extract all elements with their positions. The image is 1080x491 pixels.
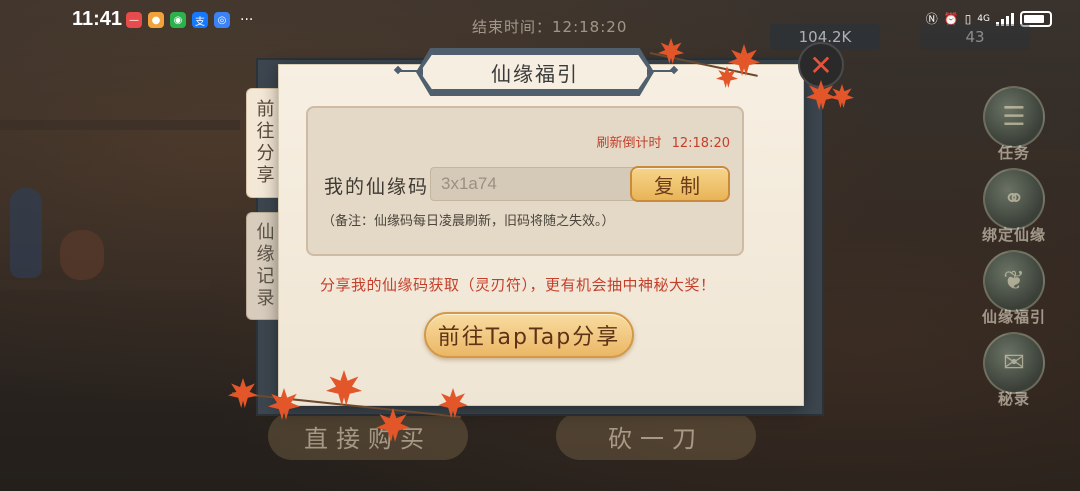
bg-shelf: [0, 280, 210, 290]
dialog-title: 仙缘福引: [491, 61, 579, 86]
share-description: 分享我的仙缘码获取（灵刃符），更有机会抽中神秘大奖！: [320, 276, 716, 294]
status-clock: 11:41: [72, 8, 123, 30]
sidebar-item-task[interactable]: ☰ 任务: [972, 86, 1056, 163]
slash-button: 砍一刀: [556, 412, 756, 460]
my-code-label: 我的仙缘码: [324, 176, 430, 198]
countdown-label: 刷新倒计时: [596, 136, 662, 151]
wechat-icon: ◉: [170, 12, 186, 28]
sidebar-item-secret[interactable]: ✉ 秘录: [972, 332, 1056, 409]
fortune-icon: ❦: [983, 250, 1045, 312]
tab-go-share[interactable]: 前往分享: [246, 88, 280, 198]
dialog-title-plate: 仙缘福引: [420, 52, 650, 92]
countdown-value: 12:18:20: [671, 136, 730, 151]
event-end-time: 结束时间：12:18:20: [472, 18, 628, 36]
book-icon: ✉: [983, 332, 1045, 394]
sidebar-item-label: 仙缘福引: [981, 308, 1046, 326]
app-notification-icon: —: [126, 12, 142, 28]
app-notification-icon: ◎: [214, 12, 230, 28]
alipay-icon: 支: [192, 12, 208, 28]
refresh-countdown: 刷新倒计时 12:18:20: [596, 132, 730, 151]
code-note: （备注：仙缘码每日凌晨刷新，旧码将随之失效。）: [322, 214, 615, 229]
bg-vase: [60, 230, 104, 280]
share-taptap-button[interactable]: 前往TapTap分享: [424, 312, 634, 358]
code-panel: 刷新倒计时 12:18:20 我的仙缘码 3x1a74 复制 （备注：仙缘码每日…: [306, 106, 744, 256]
scroll-icon: ☰: [983, 86, 1045, 148]
buy-direct-button: 直接购买: [268, 412, 468, 460]
currency-counter: 43: [920, 24, 1030, 50]
sidebar-item-label: 绑定仙缘: [981, 226, 1046, 244]
sidebar-item-label: 秘录: [997, 390, 1030, 408]
bg-shelf: [0, 120, 240, 130]
weibo-icon: ●: [148, 12, 164, 28]
network-type: 4G: [977, 13, 990, 24]
bind-icon: ⚭: [983, 168, 1045, 230]
sidebar-item-label: 任务: [997, 144, 1030, 162]
tab-fortune-records[interactable]: 仙缘记录: [246, 212, 280, 320]
bg-vase: [10, 188, 42, 278]
close-icon: ✕: [809, 48, 833, 82]
fortune-code-field[interactable]: 3x1a74: [430, 167, 642, 201]
notification-icons: — ● ◉ 支 ◎ ···: [126, 12, 253, 28]
more-notifications-icon: ···: [240, 12, 254, 28]
copy-button[interactable]: 复制: [630, 166, 730, 202]
sidebar-item-bind[interactable]: ⚭ 绑定仙缘: [972, 168, 1056, 245]
sidebar-item-fortune[interactable]: ❦ 仙缘福引: [972, 250, 1056, 327]
